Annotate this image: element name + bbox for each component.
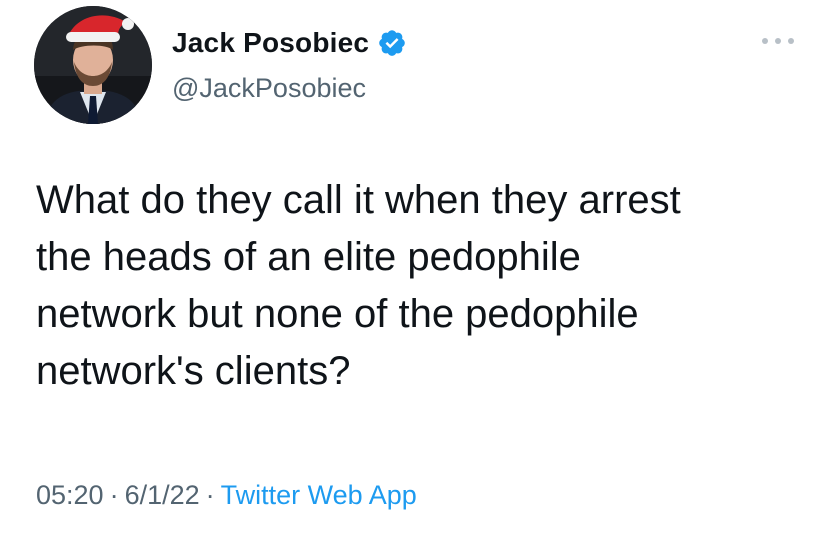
tweet-text-line: network but none of the pedophile — [36, 292, 639, 336]
verified-badge-icon — [379, 30, 405, 56]
tweet-text-line: network's clients? — [36, 349, 351, 393]
author-handle[interactable]: @JackPosobiec — [172, 72, 366, 104]
author-display-name[interactable]: Jack Posobiec — [172, 26, 369, 60]
author-name-row: Jack Posobiec — [172, 26, 407, 60]
tweet-source-link[interactable]: Twitter Web App — [221, 480, 417, 510]
avatar[interactable] — [34, 6, 152, 124]
meta-separator: · — [205, 480, 215, 510]
tweet-date[interactable]: 6/1/22 — [125, 480, 200, 510]
tweet-text: What do they call it when they arrest th… — [36, 172, 806, 400]
tweet-time[interactable]: 05:20 — [36, 480, 104, 510]
meta-separator: · — [109, 480, 119, 510]
tweet-metadata: 05:20 · 6/1/22 · Twitter Web App — [36, 478, 417, 512]
tweet-text-line: the heads of an elite pedophile — [36, 235, 581, 279]
avatar-image — [34, 6, 152, 124]
tweet-text-line: What do they call it when they arrest — [36, 178, 681, 222]
more-options-icon[interactable] — [760, 36, 796, 46]
